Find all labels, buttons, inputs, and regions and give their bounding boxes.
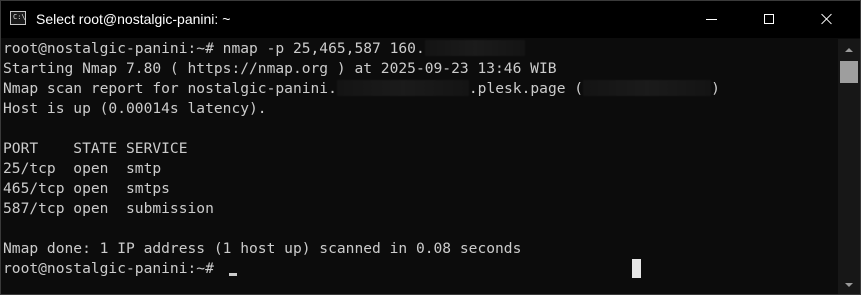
mouse-ibeam-cursor <box>632 259 641 278</box>
table-row: 25/tcp open smtp <box>3 160 162 177</box>
redacted-hostname <box>336 80 469 96</box>
minimize-button[interactable] <box>688 1 734 38</box>
text-cursor <box>229 273 237 276</box>
terminal-line: root@nostalgic-panini:~# nmap -p 25,465,… <box>3 39 525 59</box>
terminal-line: Nmap scan report for nostalgic-panini. .p… <box>3 79 720 99</box>
command-text: root@nostalgic-panini:~# nmap -p 25,465,… <box>3 40 425 57</box>
redacted-ip <box>424 40 525 56</box>
window-title: Select root@nostalgic-panini: ~ <box>36 11 231 27</box>
terminal-line: Nmap done: 1 IP address (1 host up) scan… <box>3 240 522 257</box>
scan-report-text: Nmap scan report for nostalgic-panini. <box>3 80 337 97</box>
terminal-window: C:\ Select root@nostalgic-panini: ~ root… <box>0 0 861 295</box>
scroll-up-button[interactable] <box>838 41 860 59</box>
scroll-thumb[interactable] <box>840 61 858 83</box>
maximize-button[interactable] <box>746 1 792 38</box>
table-header: PORT STATE SERVICE <box>3 140 188 157</box>
terminal-icon[interactable]: C:\ <box>10 11 26 25</box>
close-icon <box>821 13 833 25</box>
maximize-icon <box>764 14 774 24</box>
scan-report-domain: .plesk.page ( <box>468 80 584 97</box>
title-bar[interactable]: C:\ Select root@nostalgic-panini: ~ <box>1 1 860 38</box>
terminal-line: Starting Nmap 7.80 ( https://nmap.org ) … <box>3 60 557 77</box>
close-button[interactable] <box>804 1 850 38</box>
vertical-scrollbar[interactable] <box>838 39 860 294</box>
scroll-down-button[interactable] <box>838 276 860 294</box>
scan-report-close: ) <box>711 80 720 97</box>
table-row: 465/tcp open smtps <box>3 180 170 197</box>
terminal-output[interactable]: root@nostalgic-panini:~# nmap -p 25,465,… <box>1 39 837 294</box>
terminal-icon-prompt: C:\ <box>13 13 26 21</box>
arrow-down-icon <box>845 283 853 287</box>
minimize-icon <box>706 19 717 20</box>
table-row: 587/tcp open submission <box>3 200 214 217</box>
arrow-up-icon <box>845 48 853 52</box>
terminal-line: Host is up (0.00014s latency). <box>3 100 267 117</box>
redacted-ip <box>583 80 712 96</box>
prompt-line[interactable]: root@nostalgic-panini:~# <box>3 259 223 279</box>
